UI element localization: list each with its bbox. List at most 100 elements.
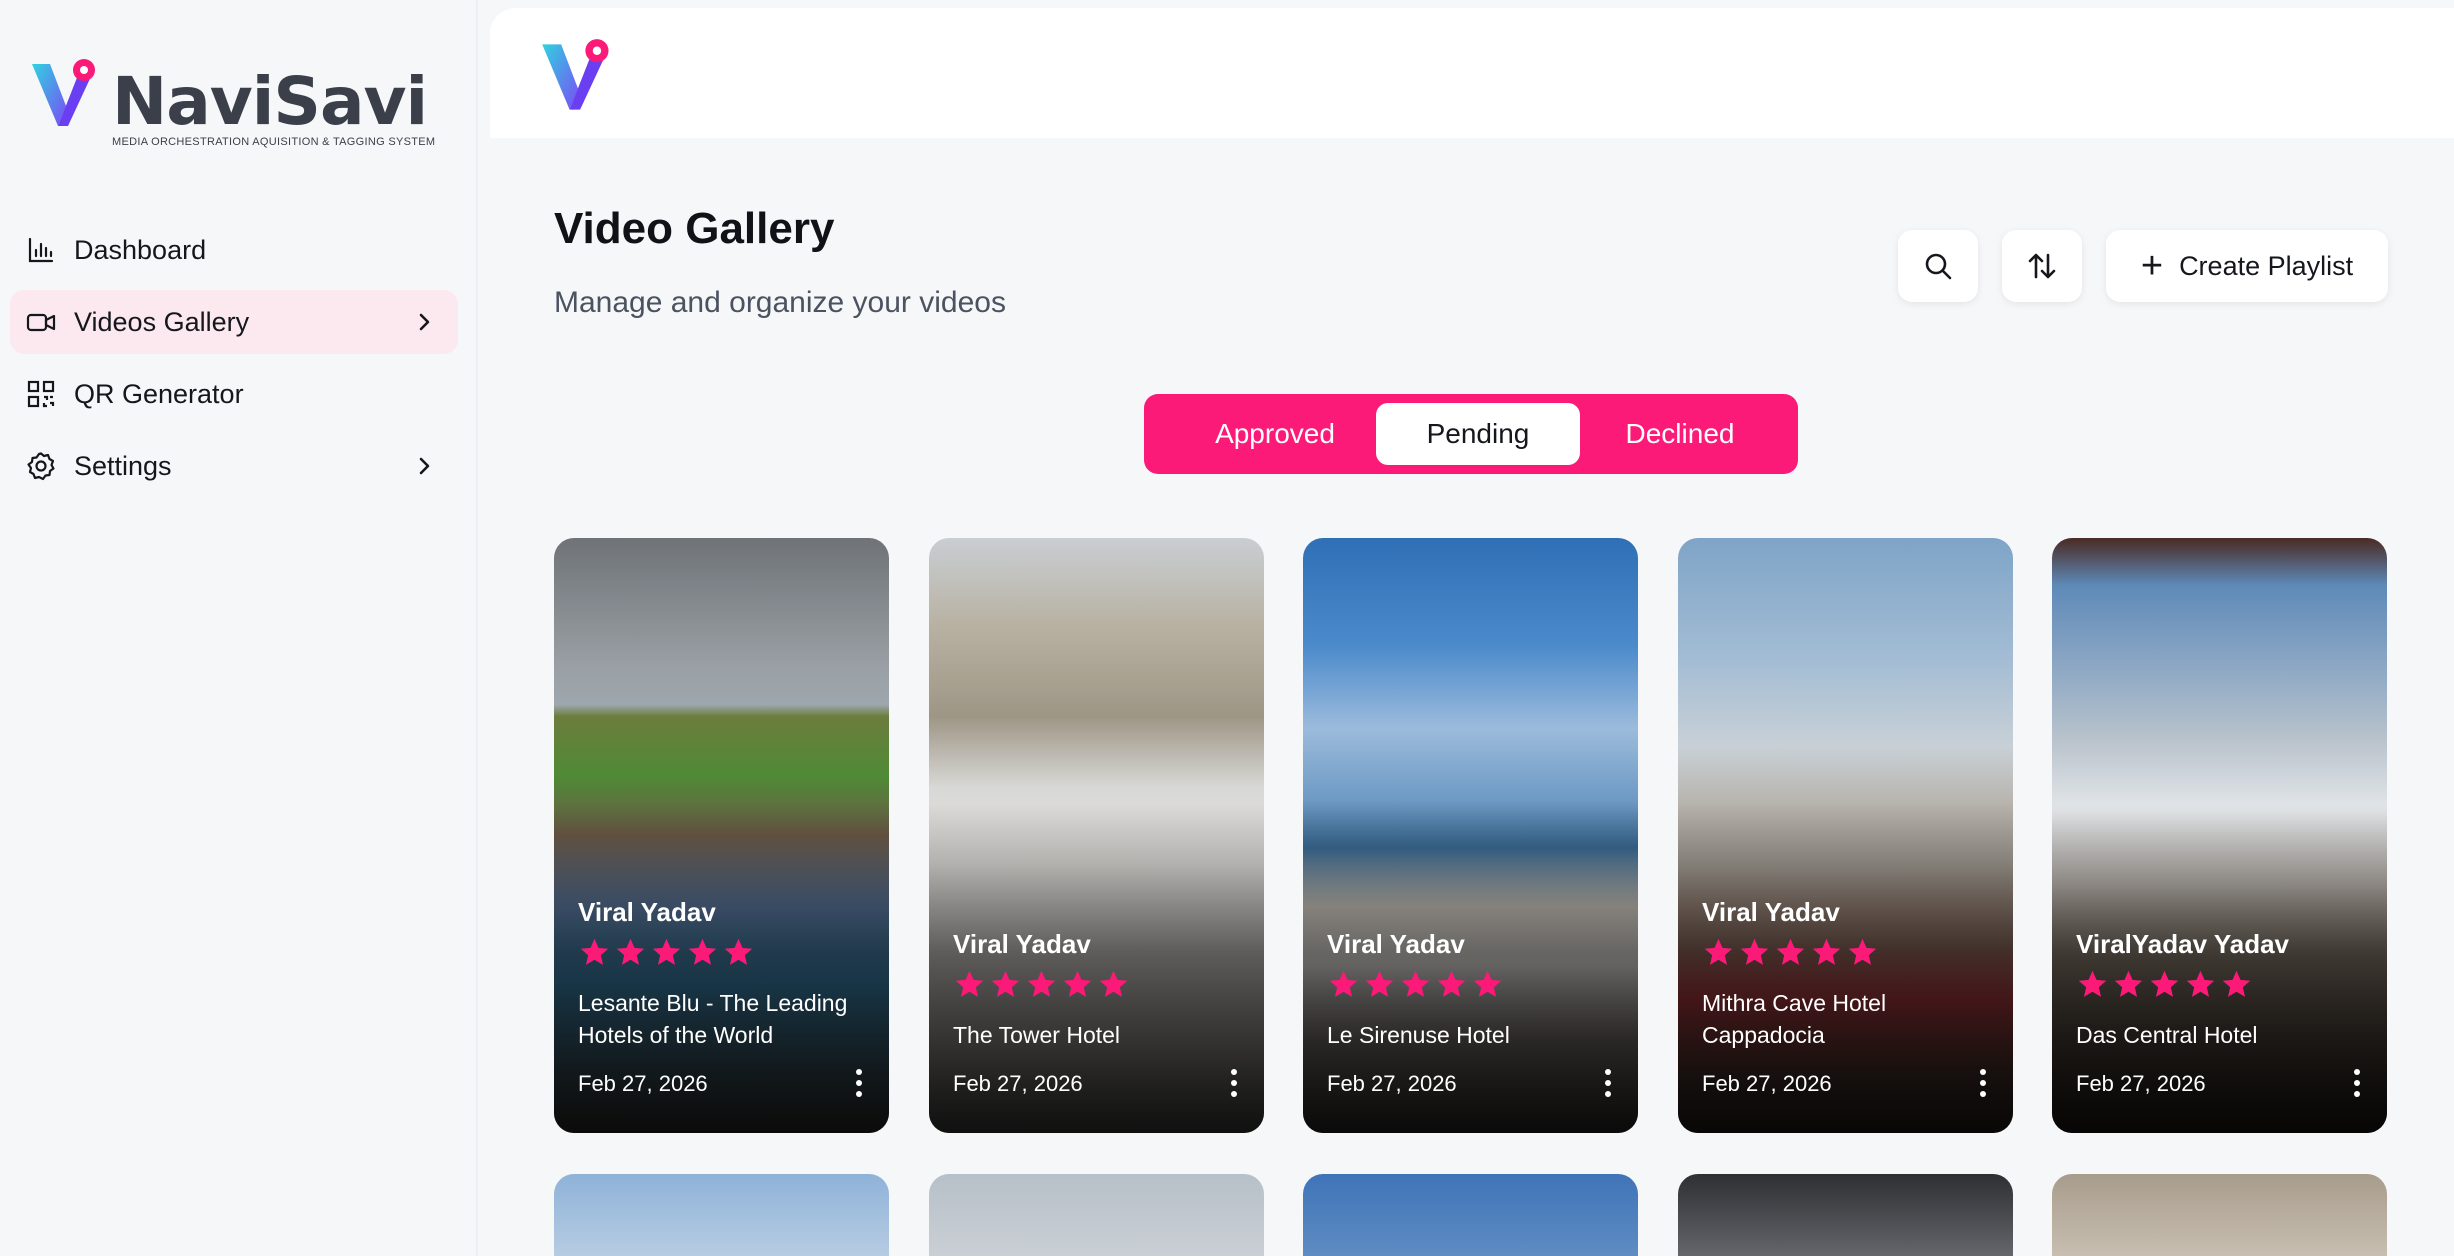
search-icon <box>1925 253 1952 280</box>
sidebar-nav: Dashboard Videos Gallery QR Generator Se… <box>10 218 458 506</box>
star-icon <box>1848 938 1877 965</box>
upload-date: Feb 27, 2026 <box>953 1071 1083 1096</box>
video-card-info: Viral Yadav Mithra Cave Hotel Cappadocia… <box>1702 897 1989 1097</box>
video-card-info: Viral Yadav The Tower Hotel Feb 27, 2026 <box>953 929 1240 1097</box>
star-icon <box>1063 970 1092 997</box>
chevron-right-icon <box>419 313 430 331</box>
star-icon <box>1776 938 1805 965</box>
sidebar-item-qr-generator[interactable]: QR Generator <box>10 362 458 426</box>
star-icon <box>688 938 717 965</box>
star-icon <box>1473 970 1502 997</box>
creator-name: Viral Yadav <box>953 929 1091 959</box>
upload-date: Feb 27, 2026 <box>1702 1071 1832 1096</box>
status-tabs: Approved Pending Declined <box>1144 394 1798 474</box>
star-icon <box>1401 970 1430 997</box>
more-vertical-icon[interactable] <box>2347 1065 2367 1101</box>
tab-pending[interactable]: Pending <box>1376 403 1580 465</box>
search-button[interactable] <box>1898 230 1978 302</box>
top-bar <box>490 8 2454 138</box>
upload-date: Feb 27, 2026 <box>2076 1071 2206 1096</box>
plus-icon: + <box>2140 245 2164 287</box>
sidebar-item-label: QR Generator <box>74 378 244 409</box>
star-icon <box>1365 970 1394 997</box>
creator-name: Viral Yadav <box>1702 897 1840 927</box>
tab-approved[interactable]: Approved <box>1164 403 1386 465</box>
video-card-info: ViralYadav Yadav Das Central Hotel Feb 2… <box>2076 929 2363 1097</box>
more-vertical-icon[interactable] <box>849 1065 869 1101</box>
upload-date: Feb 27, 2026 <box>1327 1071 1457 1096</box>
video-card[interactable] <box>1678 1174 2013 1256</box>
video-card-info: Viral Yadav Le Sirenuse Hotel Feb 27, 20… <box>1327 929 1614 1097</box>
star-icon <box>1704 938 1733 965</box>
rating-stars <box>1327 968 1614 1001</box>
star-icon <box>1099 970 1128 997</box>
hotel-name: Lesante Blu - The Leading Hotels of the … <box>578 990 848 1048</box>
video-card-info: Viral Yadav Lesante Blu - The Leading Ho… <box>578 897 865 1097</box>
hotel-name: Mithra Cave Hotel Cappadocia <box>1702 990 1887 1048</box>
create-playlist-label: Create Playlist <box>2179 250 2354 281</box>
creator-name: Viral Yadav <box>578 897 716 927</box>
sidebar-item-label: Settings <box>74 450 172 481</box>
star-icon <box>1812 938 1841 965</box>
video-card[interactable] <box>929 1174 1264 1256</box>
page-title: Video Gallery <box>554 204 835 253</box>
star-icon <box>2078 970 2107 997</box>
star-icon <box>955 970 984 997</box>
video-card[interactable]: Viral Yadav Mithra Cave Hotel Cappadocia… <box>1678 538 2013 1133</box>
create-playlist-button[interactable]: + Create Playlist <box>2106 230 2388 302</box>
hotel-name: Das Central Hotel <box>2076 1022 2258 1048</box>
star-icon <box>2150 970 2179 997</box>
video-card[interactable]: Viral Yadav The Tower Hotel Feb 27, 2026 <box>929 538 1264 1133</box>
creator-name: ViralYadav Yadav <box>2076 929 2289 959</box>
video-card[interactable] <box>1303 1174 1638 1256</box>
rating-stars <box>1702 936 1989 969</box>
more-vertical-icon[interactable] <box>1598 1065 1618 1101</box>
navisavi-logo-icon[interactable] <box>538 36 618 116</box>
star-icon <box>2186 970 2215 997</box>
star-icon <box>616 938 645 965</box>
sidebar-item-settings[interactable]: Settings <box>10 434 458 498</box>
video-card[interactable]: Viral Yadav Lesante Blu - The Leading Ho… <box>554 538 889 1133</box>
video-card[interactable]: ViralYadav Yadav Das Central Hotel Feb 2… <box>2052 538 2387 1133</box>
creator-name: Viral Yadav <box>1327 929 1465 959</box>
tab-declined[interactable]: Declined <box>1580 403 1780 465</box>
page-subtitle: Manage and organize your videos <box>554 286 1006 319</box>
star-icon <box>652 938 681 965</box>
video-card[interactable]: Viral Yadav Le Sirenuse Hotel Feb 27, 20… <box>1303 538 1638 1133</box>
qr-code-icon <box>27 380 55 408</box>
upload-date: Feb 27, 2026 <box>578 1071 708 1096</box>
star-icon <box>1329 970 1358 997</box>
star-icon <box>2114 970 2143 997</box>
brand-logo[interactable]: NaviSavi MEDIA ORCHESTRATION AQUISITION … <box>28 56 435 156</box>
brand-name: NaviSavi <box>112 63 428 140</box>
star-icon <box>991 970 1020 997</box>
more-vertical-icon[interactable] <box>1973 1065 1993 1101</box>
rating-stars <box>2076 968 2363 1001</box>
rating-stars <box>953 968 1240 1001</box>
sidebar: NaviSavi MEDIA ORCHESTRATION AQUISITION … <box>0 0 478 1256</box>
hotel-name: The Tower Hotel <box>953 1022 1121 1048</box>
star-icon <box>1437 970 1466 997</box>
star-icon <box>580 938 609 965</box>
brand-tagline: MEDIA ORCHESTRATION AQUISITION & TAGGING… <box>112 136 436 148</box>
video-card[interactable] <box>554 1174 889 1256</box>
video-camera-icon <box>26 313 56 332</box>
chevron-right-icon <box>419 457 430 475</box>
rating-stars <box>578 936 865 969</box>
sort-button[interactable] <box>2002 230 2082 302</box>
hotel-name: Le Sirenuse Hotel <box>1327 1022 1510 1048</box>
navisavi-logo-icon <box>32 59 95 126</box>
sidebar-item-label: Videos Gallery <box>74 306 250 337</box>
video-card[interactable] <box>2052 1174 2387 1256</box>
bar-chart-icon <box>28 237 54 263</box>
sort-icon <box>2028 253 2056 279</box>
gear-icon <box>27 452 55 481</box>
sidebar-item-dashboard[interactable]: Dashboard <box>10 218 458 282</box>
sidebar-item-label: Dashboard <box>74 234 207 265</box>
more-vertical-icon[interactable] <box>1224 1065 1244 1101</box>
star-icon <box>1740 938 1769 965</box>
star-icon <box>1027 970 1056 997</box>
sidebar-item-videos-gallery[interactable]: Videos Gallery <box>10 290 458 354</box>
star-icon <box>724 938 753 965</box>
star-icon <box>2222 970 2251 997</box>
